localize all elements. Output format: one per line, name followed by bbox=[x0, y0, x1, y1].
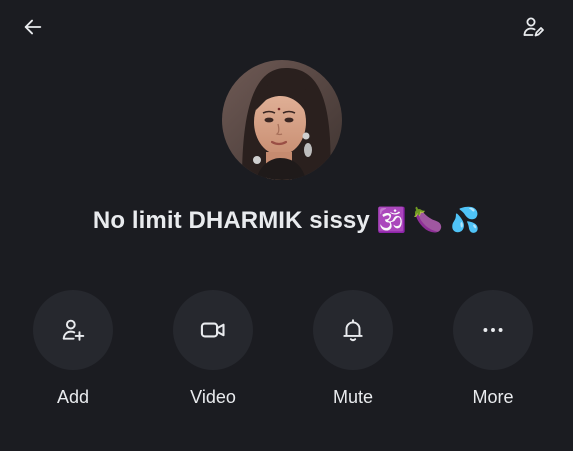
mute-label: Mute bbox=[332, 387, 374, 407]
arrow-left-icon bbox=[24, 19, 42, 35]
profile-settings-button[interactable] bbox=[515, 9, 551, 45]
action-row: Add Video Mute More bbox=[0, 290, 573, 420]
add-button[interactable]: Add bbox=[23, 290, 123, 408]
video-button-circle[interactable] bbox=[173, 290, 253, 370]
bell-icon bbox=[343, 319, 363, 342]
back-button[interactable] bbox=[15, 9, 51, 45]
mute-button-circle[interactable] bbox=[313, 290, 393, 370]
video-button[interactable]: Video bbox=[163, 290, 263, 408]
video-camera-icon bbox=[200, 322, 225, 338]
mute-button[interactable]: Mute bbox=[303, 290, 403, 408]
add-button-circle[interactable] bbox=[33, 290, 113, 370]
top-bar bbox=[0, 0, 573, 56]
more-button[interactable]: More bbox=[443, 290, 543, 408]
more-label: More bbox=[472, 387, 514, 407]
add-person-icon bbox=[62, 319, 85, 341]
avatar[interactable] bbox=[222, 60, 342, 180]
more-dots-icon bbox=[483, 328, 503, 332]
person-edit-icon bbox=[523, 17, 544, 37]
video-label: Video bbox=[190, 387, 236, 407]
more-button-circle[interactable] bbox=[453, 290, 533, 370]
profile-name: No limit DHARMIK sissy 🕉️ 🍆 💦 bbox=[92, 207, 481, 234]
profile-photo bbox=[222, 60, 342, 180]
add-label: Add bbox=[56, 387, 90, 407]
